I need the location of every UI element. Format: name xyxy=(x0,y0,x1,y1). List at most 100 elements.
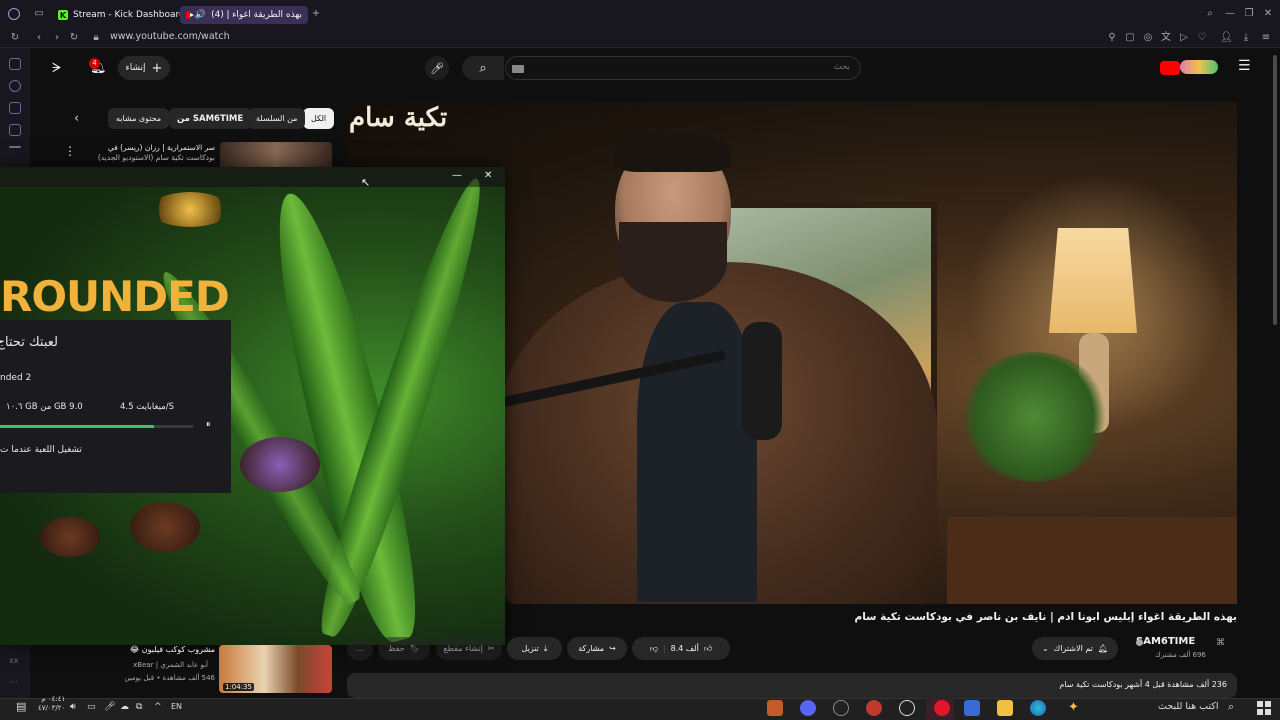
maximize-window-icon[interactable]: ❐ xyxy=(1243,8,1255,20)
discord-icon[interactable] xyxy=(800,700,816,716)
play-when-ready-label[interactable]: تشغيل اللعبة عندما ت xyxy=(0,445,82,455)
creature-image xyxy=(130,502,200,552)
forward-icon[interactable]: › xyxy=(51,32,63,44)
file-explorer-icon[interactable] xyxy=(997,700,1013,716)
tray-icon[interactable]: ⧉ xyxy=(136,702,142,712)
windows-start-icon[interactable] xyxy=(1257,700,1273,716)
search-icon[interactable]: ⌕ xyxy=(1228,700,1234,714)
workspace-icon[interactable] xyxy=(9,102,21,114)
app-red-icon[interactable] xyxy=(866,700,882,716)
share-button[interactable]: مشاركة ↪ xyxy=(567,637,627,660)
clock[interactable]: ٠٤:٤١ م ٤٧/٠٣/٢٠ xyxy=(38,695,65,713)
save-button[interactable]: حفظ 🔖︎ xyxy=(378,637,430,660)
network-icon[interactable]: ▭ xyxy=(87,702,96,712)
reload-icon[interactable]: ↻ xyxy=(68,32,80,44)
speaker-icon[interactable]: 🔊 xyxy=(195,10,206,20)
channel-name[interactable]: SAM6TIME xyxy=(1136,636,1195,647)
youtube-logo-icon[interactable] xyxy=(1160,61,1180,75)
clip-button[interactable]: إنشاء مقطع ✂ xyxy=(436,637,502,660)
download-progress-fill xyxy=(0,425,155,428)
avatar[interactable] xyxy=(1180,60,1218,74)
like-icon[interactable]: 👍︎ xyxy=(704,644,712,654)
bell-icon: 🔔︎ xyxy=(1097,644,1109,653)
close-window-icon[interactable]: ✕ xyxy=(1262,8,1274,20)
voice-search-button[interactable]: 🎤︎ xyxy=(425,56,449,80)
chip-similar[interactable]: محتوى مشابه xyxy=(108,108,170,129)
opera-icon xyxy=(934,700,950,716)
extension-icon[interactable]: ⚲ xyxy=(1106,32,1118,44)
related-title[interactable]: سر الاستمرارية | رزان (ريسر) في بودكاست … xyxy=(88,143,215,163)
browser-tab-bar: ▭ K Stream - Kick Dashboard 🔊 (4) بهذه ا… xyxy=(0,0,1280,28)
keyboard-icon[interactable] xyxy=(512,65,524,73)
chevron-up-icon[interactable]: ^ xyxy=(154,702,162,712)
taskbar-search-input[interactable]: اكتب هنا للبحث xyxy=(1158,701,1219,712)
more-actions-button[interactable]: ... xyxy=(347,637,373,660)
subscribed-button[interactable]: ⌄ تم الاشتراك 🔔︎ xyxy=(1032,637,1118,660)
steam-icon[interactable] xyxy=(899,700,915,716)
new-tab-button[interactable]: + xyxy=(310,8,322,20)
minimize-window-icon[interactable]: — xyxy=(1224,8,1236,20)
close-icon[interactable]: ✕ xyxy=(484,170,492,181)
channel-avatar[interactable]: ⌘ xyxy=(1216,638,1225,648)
sidebar-more-icon[interactable]: ··· xyxy=(10,678,18,687)
menu-icon[interactable]: ≡ xyxy=(1260,32,1272,44)
language-indicator[interactable]: EN xyxy=(171,702,182,711)
download-button[interactable]: تنزيل ⤓ xyxy=(507,637,562,660)
subscriber-count: 696 ألف مشترك xyxy=(1155,651,1206,659)
subscribed-label: تم الاشتراك xyxy=(1053,644,1093,653)
volume-icon[interactable]: 🔊︎ xyxy=(70,702,76,712)
chevron-down-icon: ⌄ xyxy=(1041,644,1049,653)
tab-kick-dashboard[interactable]: K Stream - Kick Dashboard xyxy=(52,6,191,24)
date: ٤٧/٠٣/٢٠ xyxy=(38,704,66,712)
tabs-menu-icon[interactable]: ▭ xyxy=(33,8,45,20)
notifications-icon[interactable]: ▤ xyxy=(16,700,32,716)
search-input[interactable]: بحث xyxy=(505,56,861,80)
youtube-logo-icon[interactable]: ᗒ xyxy=(52,61,61,76)
obs-icon[interactable] xyxy=(833,700,849,716)
related-title[interactable]: مشروب كوكب فيلبون 😂 xyxy=(70,645,215,655)
related-channel[interactable]: أبو عابد الشمري | xBear xyxy=(70,660,208,670)
download-size: 9.0 GB من GB ١٠.٦ xyxy=(6,402,83,412)
bookmark-icon: 🔖︎ xyxy=(409,644,420,653)
heart-icon[interactable]: ♡ xyxy=(1196,32,1208,44)
ai-sidebar-icon[interactable] xyxy=(9,58,21,70)
mail-icon[interactable] xyxy=(9,124,21,136)
back-icon[interactable]: ‹ xyxy=(33,32,45,44)
url-field[interactable]: www.youtube.com/watch xyxy=(110,31,230,42)
download-icon[interactable]: ⤓ xyxy=(1240,32,1252,44)
more-options-icon[interactable]: ⋮ xyxy=(64,144,76,158)
launcher-title-bar[interactable]: — ✕ xyxy=(0,167,505,187)
chevron-left-icon[interactable]: ‹ xyxy=(74,111,79,126)
search-button[interactable]: ⌕ xyxy=(462,56,504,80)
snapshot-icon[interactable]: ▢ xyxy=(1124,32,1136,44)
sidebar-extra-icon[interactable]: xx xyxy=(9,656,18,665)
opera-logo-icon[interactable] xyxy=(8,8,20,20)
time: ٠٤:٤١ م xyxy=(41,695,66,703)
messenger-icon[interactable] xyxy=(9,80,21,92)
tab-youtube[interactable]: 🔊 (4) بهذه الطريقة اغواء إ xyxy=(180,6,308,24)
search-tabs-icon[interactable]: ⌕ xyxy=(1204,8,1216,20)
reload-sidebar-icon[interactable]: ↻ xyxy=(9,32,21,44)
related-thumbnail[interactable]: 1:04:35 xyxy=(219,645,332,693)
pause-icon[interactable]: ⏸ xyxy=(206,420,211,430)
chip-series[interactable]: من السلسلة xyxy=(248,108,306,129)
game-launcher-window[interactable]: ROUNDED — ✕ لعبتك تحتاج nded 2 4.5 ميغاب… xyxy=(0,167,505,645)
profile-icon[interactable]: 👤︎ xyxy=(1220,32,1233,44)
edge-icon[interactable] xyxy=(1030,700,1046,716)
play-icon[interactable]: ▷ xyxy=(1178,32,1190,44)
cloud-icon[interactable]: ☁ xyxy=(120,702,129,712)
mic-tray-icon[interactable]: 🎤︎ xyxy=(104,702,115,712)
creature-image xyxy=(40,517,100,557)
minimize-icon[interactable]: — xyxy=(452,170,462,181)
chip-from-channel[interactable]: من SAM6TIME xyxy=(169,108,252,129)
hamburger-menu-icon[interactable]: ☰ xyxy=(1238,58,1251,74)
create-button[interactable]: إنشاء + xyxy=(118,56,170,80)
chip-all[interactable]: الكل xyxy=(303,108,335,129)
copilot-icon[interactable]: ✦ xyxy=(1068,700,1084,716)
app-icon-game[interactable] xyxy=(767,700,783,716)
vpn-icon[interactable]: ◎ xyxy=(1142,32,1154,44)
translate-icon[interactable]: 文 xyxy=(1160,32,1172,44)
dislike-icon[interactable]: 👎︎ xyxy=(650,644,658,654)
page-scrollbar[interactable] xyxy=(1273,55,1277,325)
store-icon[interactable] xyxy=(964,700,980,716)
